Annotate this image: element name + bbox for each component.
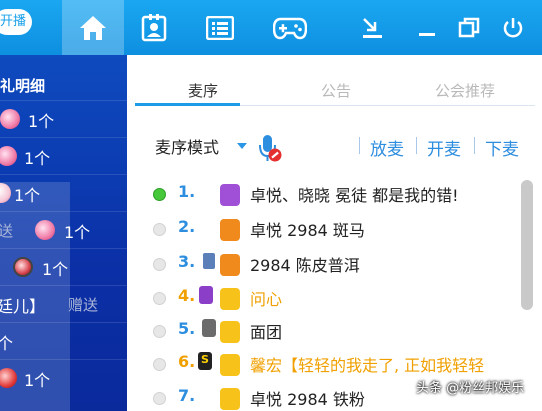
queue-number: 3. xyxy=(178,252,196,271)
status-dot xyxy=(153,258,166,271)
queue-number: 2. xyxy=(178,217,196,236)
watermark: 头条 @粉丝邦娱乐 xyxy=(416,381,525,396)
minimize-button[interactable] xyxy=(412,0,442,55)
gift-row: 个 xyxy=(0,322,127,359)
queue-user-name: 卓悦、晓晓 冕徒 都是我的错! xyxy=(250,186,459,205)
power-icon xyxy=(503,17,523,37)
chevron-down-icon[interactable] xyxy=(237,143,247,149)
gift-row: 1个 xyxy=(0,248,127,285)
queue-number: 6. xyxy=(178,352,196,371)
queue-item[interactable]: 4. 问心 xyxy=(150,284,522,314)
down-mic-button[interactable]: 下麦 xyxy=(485,135,519,160)
gift-row: 送 1个 xyxy=(0,211,127,248)
game-tab[interactable] xyxy=(262,0,318,55)
rank-badge-icon xyxy=(220,254,240,276)
release-mic-button[interactable]: 放麦 xyxy=(370,135,404,160)
gift-icon xyxy=(13,257,33,277)
restore-button[interactable] xyxy=(454,0,484,55)
separator xyxy=(359,137,360,154)
gift-count: 1个 xyxy=(24,371,51,390)
power-button[interactable] xyxy=(498,0,528,55)
phone-badge-icon xyxy=(202,319,216,337)
gift-icon xyxy=(0,183,11,203)
minimize-icon xyxy=(419,32,435,36)
gift-row-prefix: 廷儿】 xyxy=(0,297,46,316)
queue-item[interactable]: 5. 面团 xyxy=(150,317,522,347)
queue-number: 5. xyxy=(178,319,196,338)
status-dot xyxy=(153,358,166,371)
online-status-dot xyxy=(153,188,166,201)
status-dot xyxy=(153,292,166,305)
queue-user-name: 2984 陈皮普洱 xyxy=(250,256,360,275)
start-broadcast-button[interactable]: 开播 xyxy=(0,9,32,35)
profile-tab[interactable] xyxy=(126,0,182,55)
tab-announcement[interactable]: 公告 xyxy=(321,80,351,101)
rank-badge-icon xyxy=(220,219,240,241)
gift-count: 1个 xyxy=(14,186,41,205)
phone-badge-icon xyxy=(202,252,216,270)
tab-mic-queue[interactable]: 麦序 xyxy=(188,80,218,101)
gift-row-prefix: 送 xyxy=(0,222,14,240)
queue-user-name: 问心 xyxy=(250,290,283,309)
queue-user-name: 卓悦 2984 斑马 xyxy=(250,221,365,240)
gift-detail-panel: 礼明细 1个 1个 1个 送 1个 1个 廷儿】 赠送 个 1个 xyxy=(0,55,127,411)
gift-count: 1个 xyxy=(42,260,69,279)
gift-icon xyxy=(0,109,20,129)
list-tab[interactable] xyxy=(192,0,248,55)
gift-icon xyxy=(0,368,17,388)
tab-guild-recommend[interactable]: 公会推荐 xyxy=(435,80,495,101)
queue-item[interactable]: 3. 2984 陈皮普洱 xyxy=(150,250,522,280)
list-icon xyxy=(206,15,234,40)
separator xyxy=(416,137,417,154)
status-dot xyxy=(153,223,166,236)
queue-user-name: 卓悦 2984 铁粉 xyxy=(250,390,365,409)
download-button[interactable] xyxy=(357,0,387,55)
scrollbar[interactable] xyxy=(521,180,533,310)
rank-badge-icon xyxy=(220,388,240,410)
home-icon xyxy=(80,15,106,40)
rank-badge-icon xyxy=(220,288,240,310)
vip-badge-icon xyxy=(199,286,213,304)
status-dot xyxy=(153,325,166,338)
open-mic-button[interactable]: 开麦 xyxy=(427,135,461,160)
queue-number: 7. xyxy=(178,386,196,405)
status-dot xyxy=(153,392,166,405)
gift-count: 1个 xyxy=(64,223,91,242)
mic-mute-icon[interactable] xyxy=(258,134,284,164)
rank-badge-icon xyxy=(220,354,240,376)
gift-count: 1个 xyxy=(28,112,55,131)
rank-badge-icon xyxy=(220,184,240,206)
rank-badge-icon xyxy=(220,321,240,343)
separator xyxy=(474,137,475,154)
gift-count: 个 xyxy=(0,334,14,353)
active-tab-indicator xyxy=(135,103,240,106)
gift-count: 1个 xyxy=(24,149,51,168)
queue-item[interactable]: 2. 卓悦 2984 斑马 xyxy=(150,215,522,245)
queue-number: 4. xyxy=(178,286,196,305)
gift-icon xyxy=(35,220,55,240)
queue-number: 1. xyxy=(178,182,196,201)
gift-row: 1个 xyxy=(0,100,127,137)
gift-send-label[interactable]: 赠送 xyxy=(68,294,98,315)
s-badge-icon: S xyxy=(198,352,212,370)
profile-card-icon xyxy=(141,13,167,41)
top-bar: 开播 xyxy=(0,0,542,55)
queue-user-name: 面团 xyxy=(250,323,283,342)
home-tab[interactable] xyxy=(62,0,124,55)
tab-bar: 麦序 公告 公会推荐 xyxy=(135,70,535,106)
download-icon xyxy=(363,17,382,38)
gift-row: 1个 xyxy=(0,137,127,174)
queue-item[interactable]: 6. S 馨宏【轻轻的我走了, 正如我轻轻 xyxy=(150,350,522,380)
mic-mode-dropdown[interactable]: 麦序模式 xyxy=(155,134,219,158)
queue-user-name: 馨宏【轻轻的我走了, 正如我轻轻 xyxy=(250,356,485,375)
gamepad-icon xyxy=(273,17,307,39)
gift-row: 廷儿】 赠送 xyxy=(0,285,127,322)
gift-icon xyxy=(0,146,17,166)
gift-row: 1个 xyxy=(0,174,127,211)
queue-item[interactable]: 1. 卓悦、晓晓 冕徒 都是我的错! xyxy=(150,180,522,210)
restore-icon xyxy=(458,17,480,37)
gift-row: 1个 xyxy=(0,359,127,396)
gift-detail-title: 礼明细 xyxy=(0,77,46,95)
